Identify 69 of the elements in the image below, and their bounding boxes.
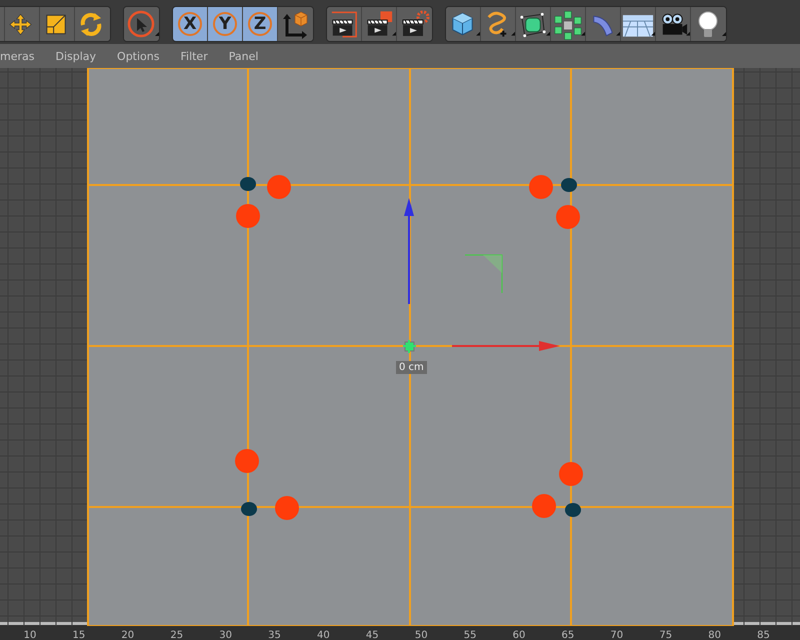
handle-point — [532, 494, 556, 518]
handle-point — [529, 175, 553, 199]
render-settings-tool-button[interactable] — [397, 7, 432, 41]
ruler-label: 30 — [219, 630, 232, 640]
floor-grid-icon — [622, 15, 654, 38]
coordinate-system-icon — [283, 12, 308, 39]
menu-item[interactable]: Options — [104, 50, 168, 62]
clapperboard-icon — [402, 10, 430, 36]
handle-point — [236, 204, 260, 228]
cursor-icon — [128, 10, 154, 38]
rotation-gizmo-drawing — [464, 254, 502, 294]
floor-tool-button[interactable] — [621, 7, 656, 41]
camera-tool-button[interactable] — [656, 7, 691, 41]
render-region-tool-button[interactable] — [362, 7, 397, 41]
render-view-tool-button[interactable] — [327, 7, 362, 41]
axis-lock-button[interactable]: X — [173, 7, 208, 41]
menu-item[interactable]: Display — [42, 50, 104, 62]
scale-tool-button[interactable] — [40, 7, 75, 41]
ruler-label: 65 — [562, 630, 574, 640]
scale-icon — [46, 14, 66, 34]
ruler-label: 20 — [121, 630, 134, 640]
deformer-tool-button[interactable] — [586, 7, 621, 41]
ruler-label: 80 — [708, 630, 721, 640]
cloner-tool-button[interactable] — [551, 7, 586, 41]
ruler-label: 60 — [512, 630, 526, 640]
handle-point — [556, 205, 580, 229]
axis-lock-button[interactable]: Z — [243, 7, 278, 41]
handle-point — [559, 462, 583, 486]
cube-tool-button[interactable] — [446, 7, 481, 41]
spline-icon — [488, 12, 508, 38]
rotate-icon — [80, 13, 102, 36]
subdivision-tool-button[interactable] — [516, 7, 551, 41]
handle-point — [275, 496, 299, 520]
ruler-label: 15 — [72, 630, 86, 640]
control-point — [241, 502, 257, 516]
origin-marker-icon — [402, 339, 417, 354]
ruler-label: 70 — [610, 630, 624, 640]
ruler-label: 40 — [317, 630, 330, 640]
coord-tool-button[interactable] — [278, 7, 313, 41]
axis-lock-button[interactable]: Y — [208, 7, 243, 41]
handle-point — [267, 175, 291, 199]
clapperboard-icon — [332, 12, 357, 38]
handle-point — [235, 449, 259, 473]
menu-item[interactable]: Panel — [216, 50, 266, 62]
ruler-label: 45 — [366, 630, 379, 640]
ruler-label: 75 — [659, 630, 672, 640]
bend-deformer-icon — [593, 16, 613, 36]
cube-icon — [452, 12, 473, 36]
control-point — [240, 177, 256, 191]
ruler-label: 85 — [757, 630, 770, 640]
ruler-label: 35 — [268, 630, 281, 640]
ruler-label: 10 — [24, 630, 36, 640]
menu-item[interactable]: Filter — [167, 50, 216, 62]
clapperboard-icon — [367, 11, 392, 36]
subdivision-cube-icon — [520, 12, 546, 38]
move-tool-button[interactable] — [5, 7, 40, 41]
ruler-label: 50 — [414, 630, 428, 640]
spline-tool-button[interactable] — [481, 7, 516, 41]
light-bulb-icon — [698, 12, 718, 37]
move-icon — [9, 14, 32, 36]
menu-item[interactable]: meras — [0, 50, 42, 62]
control-point — [565, 503, 581, 517]
ruler-label: 55 — [464, 630, 476, 640]
rotate-tool-button[interactable] — [75, 7, 110, 41]
camera-icon — [662, 14, 688, 35]
origin-label: 0 cm — [396, 361, 427, 374]
control-point — [561, 178, 577, 192]
ruler-label: 25 — [170, 630, 184, 640]
light-tool-button[interactable] — [691, 7, 726, 41]
